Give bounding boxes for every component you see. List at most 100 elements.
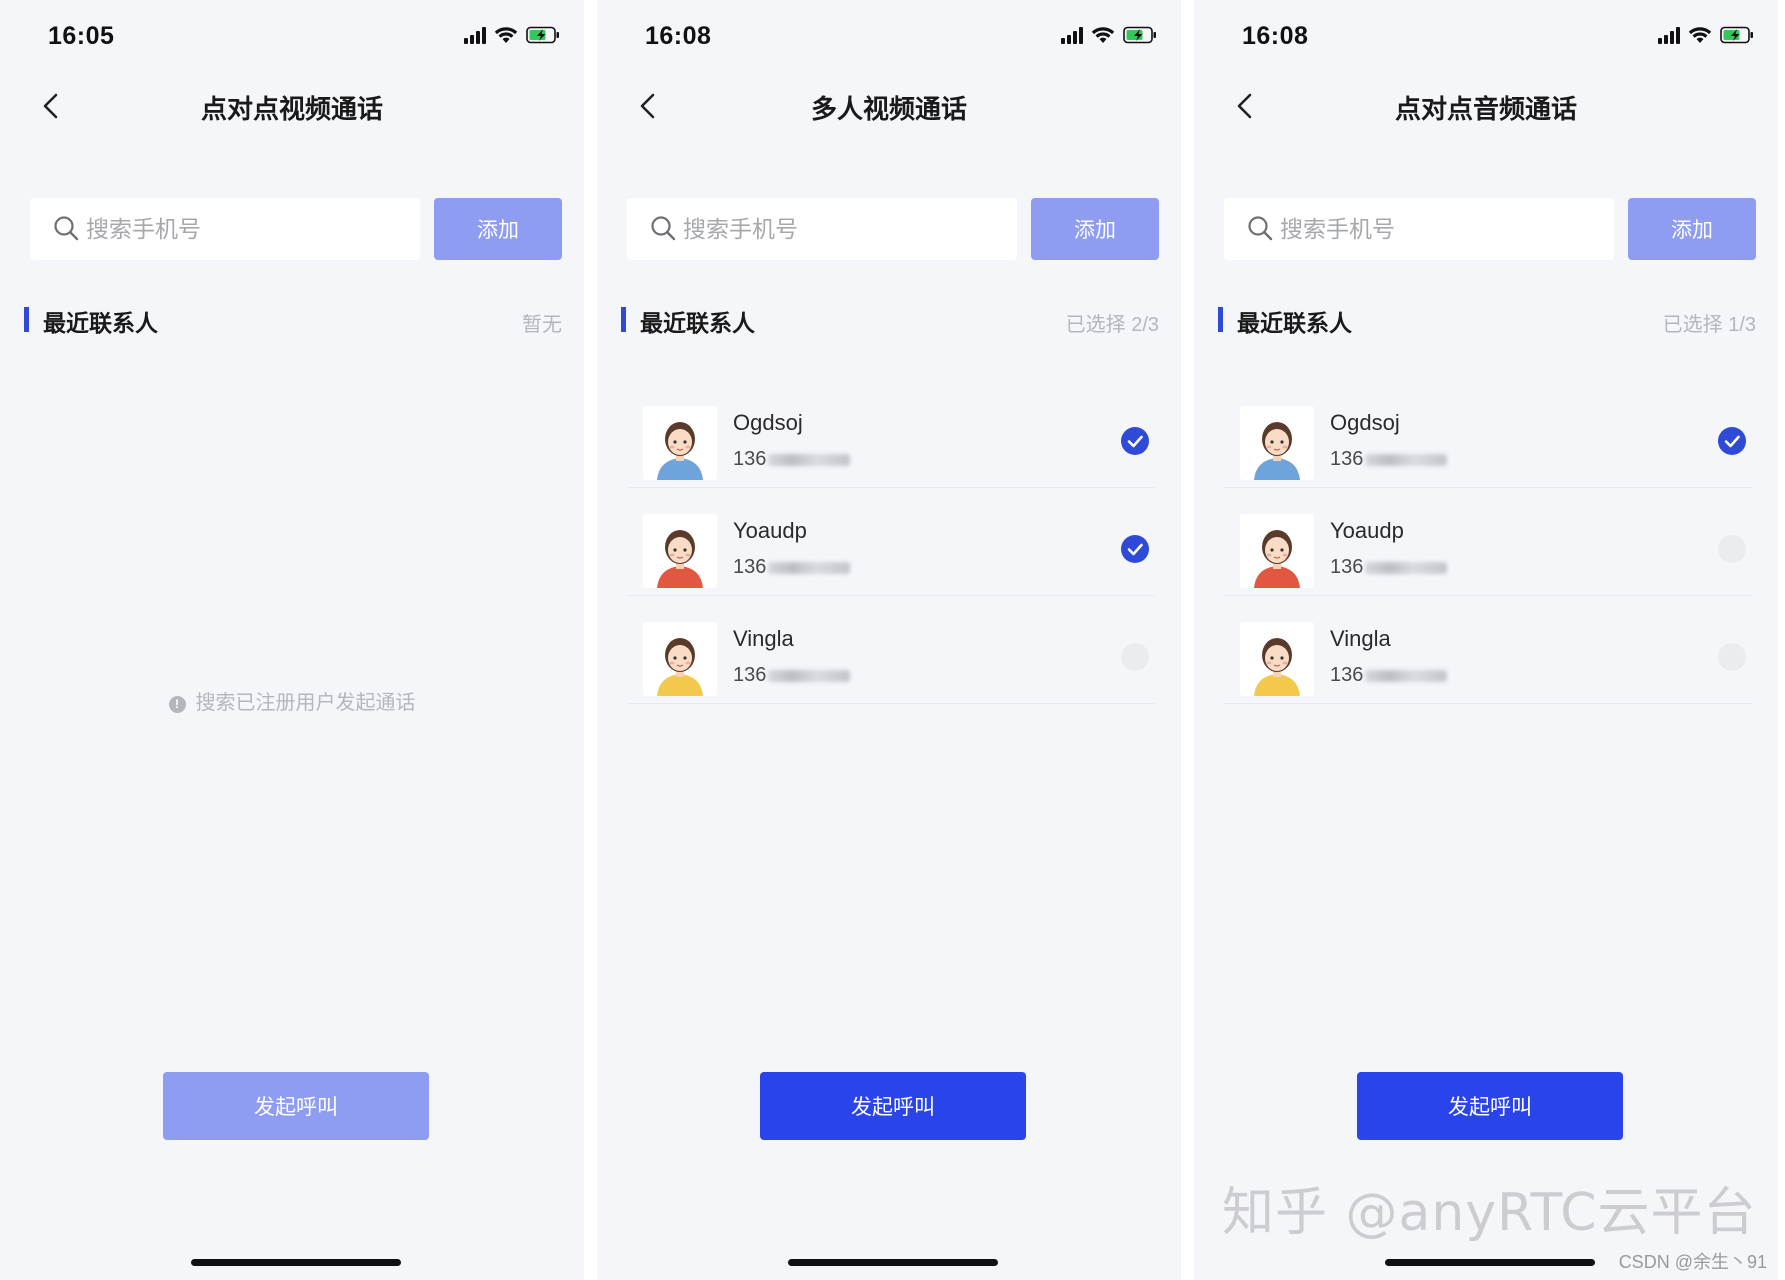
- phone-redacted: [768, 453, 851, 466]
- info-icon: !: [168, 696, 186, 713]
- nav-bar: 点对点视频通话: [0, 76, 584, 136]
- search-box: [30, 198, 420, 260]
- contact-name: Yoaudp: [1330, 518, 1404, 543]
- contact-item[interactable]: Vingla 136: [1224, 596, 1752, 704]
- unchecked-circle-icon[interactable]: [1121, 643, 1149, 671]
- signal-icon: [464, 26, 486, 44]
- recent-contacts-header: 最近联系人 暂无: [24, 302, 562, 338]
- home-indicator: [1385, 1259, 1595, 1266]
- status-bar: 16:05: [0, 0, 584, 76]
- selection-count: 暂无: [522, 314, 562, 336]
- contact-name: Ogdsoj: [1330, 410, 1400, 435]
- wifi-icon: [1091, 26, 1115, 44]
- search-input[interactable]: [86, 198, 406, 260]
- contact-name: Vingla: [733, 626, 794, 651]
- recent-contacts-header: 最近联系人 已选择 1/3: [1218, 302, 1756, 338]
- search-row: 添加: [1224, 198, 1756, 260]
- section-accent-bar: [1218, 307, 1223, 332]
- csdn-credit: CSDN @余生丶91: [1618, 1252, 1767, 1272]
- status-icons: [464, 26, 560, 44]
- unchecked-circle-icon[interactable]: [1718, 643, 1746, 671]
- status-time: 16:05: [48, 22, 115, 50]
- search-box: [627, 198, 1017, 260]
- screen-p2p-audio: 16:08 点对点音频通话 添加 最近联系人 已选择 1/3 Ogdsoj 136…: [1194, 0, 1778, 1280]
- contact-list: Ogdsoj 136 Yoaudp 136 Vingla 136: [627, 380, 1155, 704]
- contact-phone: 136: [733, 664, 851, 687]
- screen-group-video: 16:08 多人视频通话 添加 最近联系人 已选择 2/3 Ogdsoj136Y…: [597, 0, 1181, 1280]
- start-call-button[interactable]: 发起呼叫: [163, 1072, 429, 1140]
- phone-redacted: [1365, 561, 1448, 574]
- screen-p2p-video: 16:05 点对点视频通话 添加 最近联系人 暂无 ! 搜索已注册用户发起通话 发…: [0, 0, 584, 1280]
- add-button[interactable]: 添加: [1031, 198, 1159, 260]
- girl-red-shirt-avatar: [1240, 514, 1314, 588]
- search-row: 添加: [30, 198, 562, 260]
- phone-redacted: [768, 561, 851, 574]
- zhihu-watermark: 知乎 @anyRTC云平台: [1222, 1183, 1757, 1243]
- section-accent-bar: [24, 307, 29, 332]
- phone-redacted: [1365, 669, 1448, 682]
- contact-phone: 136: [733, 448, 851, 471]
- phone-redacted: [1365, 453, 1448, 466]
- start-call-button[interactable]: 发起呼叫: [1357, 1072, 1623, 1140]
- battery-charging-icon: [1720, 26, 1754, 44]
- nav-bar: 多人视频通话: [597, 76, 1181, 136]
- wifi-icon: [494, 26, 518, 44]
- phone-prefix: 136: [733, 556, 767, 578]
- search-icon: [1246, 214, 1274, 242]
- phone-prefix: 136: [1330, 448, 1364, 470]
- contact-item[interactable]: Yoaudp 136: [627, 488, 1155, 596]
- girl-blue-shirt-avatar: [1240, 406, 1314, 480]
- search-row: 添加: [627, 198, 1159, 260]
- empty-hint: ! 搜索已注册用户发起通话: [0, 686, 584, 715]
- phone-redacted: [768, 669, 851, 682]
- start-call-button[interactable]: 发起呼叫: [760, 1072, 1026, 1140]
- phone-prefix: 136: [733, 664, 767, 686]
- section-title: 最近联系人: [640, 310, 755, 336]
- section-title: 最近联系人: [43, 310, 158, 336]
- contact-item[interactable]: Ogdsoj 136: [1224, 380, 1752, 488]
- checked-circle-icon[interactable]: [1718, 427, 1746, 455]
- phone-prefix: 136: [1330, 664, 1364, 686]
- section-title: 最近联系人: [1237, 310, 1352, 336]
- girl-blue-shirt-avatar: [643, 406, 717, 480]
- status-bar: 16:08: [597, 0, 1181, 76]
- search-box: [1224, 198, 1614, 260]
- search-input[interactable]: [683, 198, 1003, 260]
- battery-charging-icon: [526, 26, 560, 44]
- contact-name: Vingla: [1330, 626, 1391, 651]
- page-title: 多人视频通话: [810, 94, 967, 124]
- search-input[interactable]: [1280, 198, 1600, 260]
- checked-circle-icon[interactable]: [1121, 427, 1149, 455]
- add-button[interactable]: 添加: [1628, 198, 1756, 260]
- section-accent-bar: [621, 307, 626, 332]
- phone-prefix: 136: [733, 448, 767, 470]
- page-title: 点对点视频通话: [200, 94, 383, 124]
- nav-bar: 点对点音频通话: [1194, 76, 1778, 136]
- girl-red-shirt-avatar: [643, 514, 717, 588]
- selection-count: 已选择 1/3: [1662, 314, 1756, 336]
- checked-circle-icon[interactable]: [1121, 535, 1149, 563]
- contact-phone: 136: [1330, 448, 1448, 471]
- empty-hint-text: 搜索已注册用户发起通话: [195, 692, 416, 714]
- phone-prefix: 136: [1330, 556, 1364, 578]
- add-button[interactable]: 添加: [434, 198, 562, 260]
- status-time: 16:08: [1242, 22, 1309, 50]
- contact-phone: 136: [1330, 556, 1448, 579]
- battery-charging-icon: [1123, 26, 1157, 44]
- recent-contacts-header: 最近联系人 已选择 2/3: [621, 302, 1159, 338]
- girl-yellow-shirt-avatar: [1240, 622, 1314, 696]
- wifi-icon: [1688, 26, 1712, 44]
- unchecked-circle-icon[interactable]: [1718, 535, 1746, 563]
- girl-yellow-shirt-avatar: [643, 622, 717, 696]
- home-indicator: [191, 1259, 401, 1266]
- home-indicator: [788, 1259, 998, 1266]
- status-time: 16:08: [645, 22, 712, 50]
- search-icon: [649, 214, 677, 242]
- contact-item[interactable]: Vingla 136: [627, 596, 1155, 704]
- selection-count: 已选择 2/3: [1065, 314, 1159, 336]
- contact-phone: 136: [733, 556, 851, 579]
- status-icons: [1061, 26, 1157, 44]
- contact-item[interactable]: Yoaudp 136: [1224, 488, 1752, 596]
- page-title: 点对点音频通话: [1394, 94, 1577, 124]
- contact-item[interactable]: Ogdsoj 136: [627, 380, 1155, 488]
